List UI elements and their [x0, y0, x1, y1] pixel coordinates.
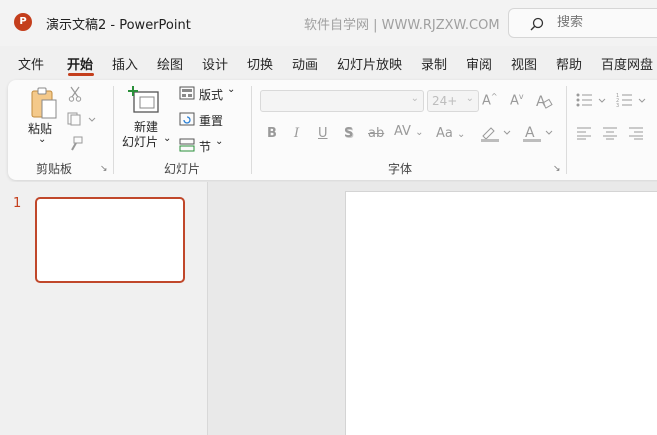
layout-icon[interactable]	[179, 86, 195, 100]
font-launcher-icon[interactable]: ↘	[553, 164, 561, 174]
clear-formatting-icon[interactable]: A	[535, 92, 553, 110]
watermark-text: 软件自学网 | WWW.RJZXW.COM	[304, 18, 500, 33]
svg-text:A: A	[525, 125, 535, 141]
tab-insert[interactable]: 插入	[112, 54, 138, 73]
search-input[interactable]	[557, 15, 647, 30]
slide-number: 1	[13, 196, 22, 211]
bullets-icon[interactable]	[576, 92, 610, 108]
align-left-icon[interactable]	[576, 126, 592, 140]
change-case-icon[interactable]: Aa ⌄	[436, 126, 465, 141]
cut-icon[interactable]	[68, 86, 82, 102]
slide-thumbnail[interactable]	[35, 197, 185, 283]
ribbon-panel: 粘贴 ⌄ 剪贴板 ↘ 新建 幻灯片 ⌄ 版式 ⌄ 重置 节 ⌄ 幻灯片 ⌄ 24…	[8, 80, 657, 180]
reset-button-label[interactable]: 重置	[199, 112, 223, 129]
tab-baidu-netdisk[interactable]: 百度网盘	[601, 54, 653, 73]
new-slide-dropdown-arrow[interactable]: ⌄	[163, 133, 171, 144]
layout-dropdown-arrow[interactable]: ⌄	[227, 84, 235, 95]
separator	[566, 86, 567, 174]
font-group-label: 字体	[388, 162, 413, 176]
clipboard-group-label: 剪贴板	[36, 162, 73, 176]
paste-dropdown-arrow[interactable]: ⌄	[38, 134, 46, 145]
new-slide-icon[interactable]	[128, 86, 160, 114]
powerpoint-logo-icon: P	[14, 13, 32, 31]
tab-view[interactable]: 视图	[511, 54, 537, 73]
tab-slideshow[interactable]: 幻灯片放映	[337, 54, 402, 73]
document-title: 演示文稿2 - PowerPoint	[46, 18, 191, 33]
text-shadow-icon[interactable]: S	[344, 126, 353, 141]
tab-draw[interactable]: 绘图	[157, 54, 183, 73]
underline-icon[interactable]: U	[318, 126, 328, 141]
shrink-font-icon[interactable]: Av	[510, 92, 524, 108]
reset-icon[interactable]	[179, 112, 195, 126]
copy-icon[interactable]	[67, 112, 97, 126]
chevron-down-icon: ⌄	[410, 93, 419, 104]
title-bar: P 演示文稿2 - PowerPoint 软件自学网 | WWW.RJZXW.C…	[0, 0, 657, 46]
section-button-label[interactable]: 节	[199, 138, 211, 155]
new-slide-label-line2[interactable]: 幻灯片	[122, 133, 158, 150]
paste-icon[interactable]	[28, 86, 60, 120]
section-dropdown-arrow[interactable]: ⌄	[215, 136, 223, 147]
font-color-icon[interactable]: A	[522, 124, 556, 142]
tab-design[interactable]: 设计	[202, 54, 228, 73]
layout-button-label[interactable]: 版式	[199, 86, 223, 103]
separator	[113, 86, 114, 174]
tab-help[interactable]: 帮助	[556, 54, 582, 73]
slides-group-label: 幻灯片	[164, 162, 201, 176]
tab-record[interactable]: 录制	[421, 54, 447, 73]
clipboard-launcher-icon[interactable]: ↘	[100, 164, 108, 174]
active-tab-indicator	[68, 73, 94, 76]
highlight-color-icon[interactable]	[480, 124, 514, 142]
align-center-icon[interactable]	[602, 126, 618, 140]
ribbon-tabs: 文件 开始 插入 绘图 设计 切换 动画 幻灯片放映 录制 审阅 视图 帮助 百…	[0, 50, 657, 76]
tab-file[interactable]: 文件	[18, 54, 44, 73]
chevron-down-icon: ⌄	[465, 93, 474, 104]
grow-font-icon[interactable]: A^	[482, 92, 498, 108]
slide-canvas[interactable]	[345, 191, 657, 435]
font-name-combo[interactable]: ⌄	[260, 90, 424, 112]
section-icon[interactable]	[179, 138, 195, 152]
bold-icon[interactable]: B	[267, 126, 277, 141]
align-right-icon[interactable]	[628, 126, 644, 140]
font-size-value: 24+	[432, 94, 458, 108]
format-painter-icon[interactable]	[69, 136, 83, 152]
separator	[251, 86, 252, 174]
tab-review[interactable]: 审阅	[466, 54, 492, 73]
tab-transitions[interactable]: 切换	[247, 54, 273, 73]
italic-icon[interactable]: I	[294, 126, 299, 141]
search-box[interactable]	[508, 8, 657, 38]
svg-text:3: 3	[616, 103, 619, 108]
tab-home[interactable]: 开始	[67, 54, 93, 73]
numbering-icon[interactable]: 1 2 3	[616, 92, 650, 108]
font-size-combo[interactable]: 24+ ⌄	[427, 90, 479, 112]
character-spacing-icon[interactable]: AV ⌄	[394, 124, 424, 139]
tab-animations[interactable]: 动画	[292, 54, 318, 73]
strikethrough-icon[interactable]: ab	[368, 126, 384, 141]
search-icon	[530, 17, 544, 31]
